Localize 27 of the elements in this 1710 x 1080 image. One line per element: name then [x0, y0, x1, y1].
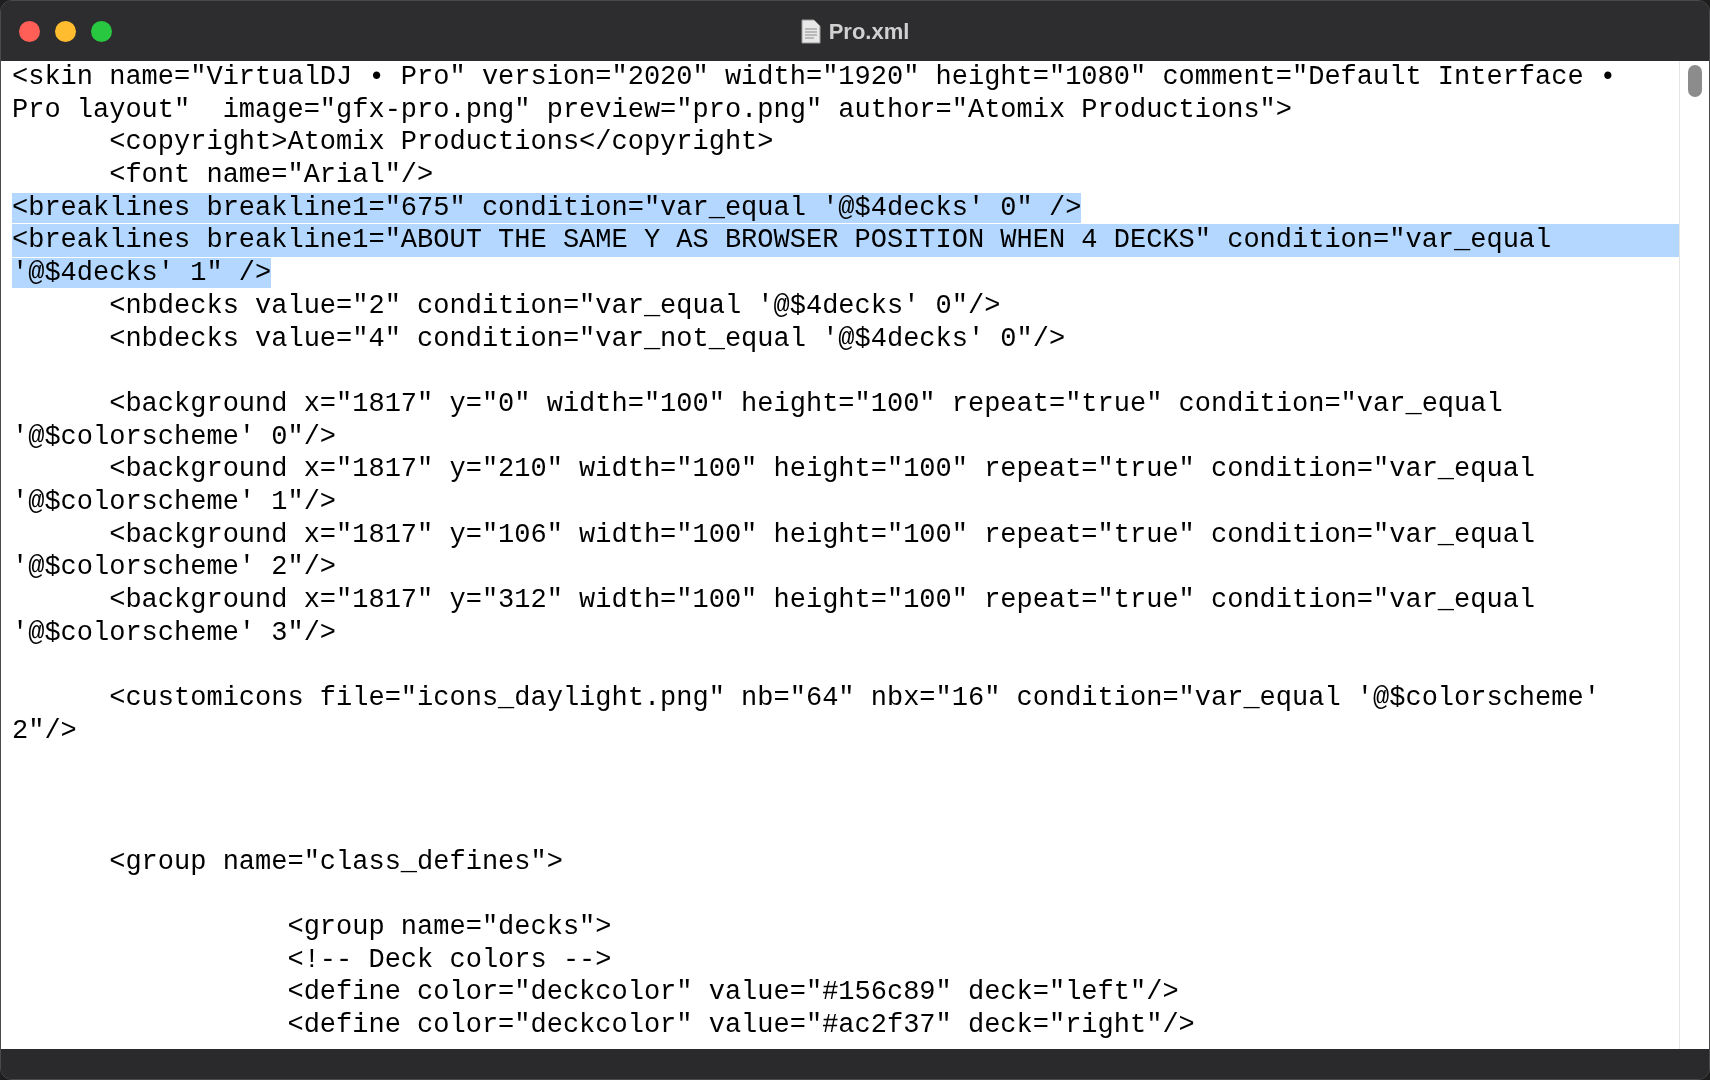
- document-icon: [800, 18, 821, 44]
- minimize-button[interactable]: [55, 20, 76, 42]
- code-line: '@$colorscheme' 3"/>: [12, 617, 337, 648]
- code-line: <group name="decks">: [286, 911, 612, 942]
- code-line: <background x="1817" y="106" width="100" height="100" repeat="true" condition="var_equal: [108, 519, 1536, 550]
- code-line: <define color="deckcolor" value="#156c89" deck="left"/>: [286, 977, 1179, 1008]
- code-line: '@$colorscheme' 2"/>: [12, 552, 337, 583]
- window-title: Pro.xml: [828, 17, 910, 46]
- code-line: '@$colorscheme' 0"/>: [12, 421, 337, 452]
- code-line: <nbdecks value="4" condition="var_not_equal '@$4decks' 0"/>: [108, 323, 1066, 354]
- code-line: <define color="deckcolor" value="#ac2f37" deck="right"/>: [286, 1009, 1195, 1040]
- code-line: <!-- Deck colors -->: [286, 944, 612, 975]
- zoom-button[interactable]: [91, 20, 112, 42]
- code-line: <font name="Arial"/>: [108, 160, 434, 191]
- code-line: <background x="1817" y="210" width="100" height="100" repeat="true" condition="var_equal: [108, 454, 1536, 485]
- scrollbar-thumb[interactable]: [1687, 65, 1702, 97]
- code-line: <customicons file="icons_daylight.png" nb="64" nbx="16" condition="var_equal '@$colorscheme': [108, 683, 1600, 714]
- code-line: <background x="1817" y="312" width="100" height="100" repeat="true" condition="var_equal: [108, 585, 1536, 615]
- code-line: '@$colorscheme' 1"/>: [12, 486, 337, 517]
- code-line: <group name="class_defines">: [108, 846, 563, 877]
- code-line: <copyright>Atomix Productions</copyright>: [108, 127, 774, 158]
- close-button[interactable]: [19, 20, 40, 42]
- code-line: <skin name="VirtualDJ • Pro" version="2020" width="1920" height="1080" comment="Default Interface •: [12, 62, 1617, 92]
- code-line: <background x="1817" y="0" width="100" height="100" repeat="true" condition="var_equal: [108, 388, 1503, 419]
- code-line: <nbdecks value="2" condition="var_equal '@$4decks' 0"/>: [108, 290, 1001, 321]
- code-line: Pro layout" image="gfx-pro.png" preview="pro.png" author="Atomix Productions">: [12, 94, 1292, 125]
- code-line: 2"/>: [12, 715, 77, 746]
